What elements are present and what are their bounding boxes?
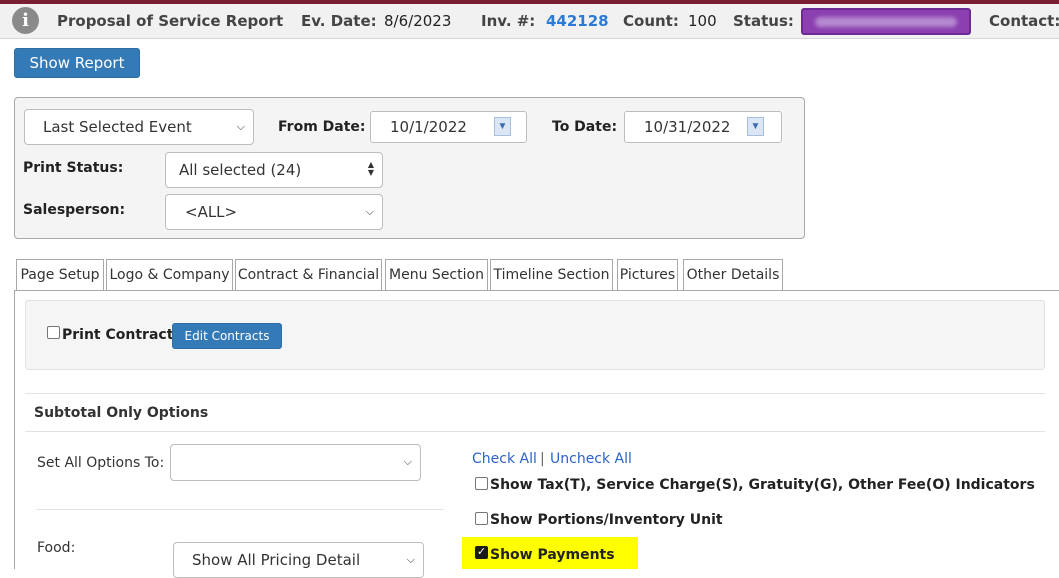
print-status-select[interactable]: All selected (24) ▲ ▼ [165,152,383,188]
ev-date-label: Ev. Date: [301,12,377,30]
report-header: i Proposal of Service Report Ev. Date: 8… [0,4,1059,39]
event-select-value: Last Selected Event [43,118,192,136]
contact-label: Contact: [989,12,1059,30]
print-contract-checkbox[interactable] [47,326,60,339]
from-date-value: 10/1/2022 [390,118,467,136]
chevron-down-icon: ⌵ [403,455,412,468]
food-select[interactable]: Show All Pricing Detail ⌵ [173,542,424,578]
calendar-dropdown-icon[interactable]: ▼ [747,117,764,136]
check-all-link[interactable]: Check All [472,451,537,467]
status-badge[interactable] [801,8,971,35]
tab-pictures[interactable]: Pictures [617,259,678,290]
show-report-button[interactable]: Show Report [14,48,140,78]
show-tax-label: Show Tax(T), Service Charge(S), Gratuity… [490,477,1035,493]
ev-date-value: 8/6/2023 [384,12,452,30]
up-down-icon: ▲ ▼ [367,160,374,177]
tab-other-details[interactable]: Other Details [683,259,783,290]
chevron-down-icon: ⌵ [236,120,245,133]
salesperson-select[interactable]: <ALL> ⌵ [165,194,383,230]
inv-number-link[interactable]: 442128 [546,12,609,30]
salesperson-value: <ALL> [185,203,238,221]
link-separator: | [540,451,545,467]
food-select-value: Show All Pricing Detail [192,551,361,569]
inv-label: Inv. #: [481,12,536,30]
salesperson-label: Salesperson: [23,202,126,218]
show-portions-label: Show Portions/Inventory Unit [490,512,723,528]
show-payments-checkbox[interactable]: ✓ [475,546,488,559]
info-icon[interactable]: i [12,7,39,34]
tab-contract-financial[interactable]: Contract & Financial [235,259,382,292]
edit-contracts-button[interactable]: Edit Contracts [172,323,282,349]
event-select[interactable]: Last Selected Event ⌵ [24,109,254,145]
show-tax-checkbox[interactable] [475,477,488,490]
tab-page-setup[interactable]: Page Setup [16,259,104,290]
tab-logo-company[interactable]: Logo & Company [106,259,233,290]
set-all-label: Set All Options To: [37,455,165,471]
print-status-label: Print Status: [23,160,124,176]
divider [36,509,444,510]
print-contract-label: Print Contract [62,327,174,343]
count-value: 100 [688,12,717,30]
count-label: Count: [623,12,679,30]
set-all-select[interactable]: ⌵ [170,444,421,481]
to-date-value: 10/31/2022 [644,118,731,136]
uncheck-all-link[interactable]: Uncheck All [550,451,632,467]
show-payments-label: Show Payments [490,547,615,563]
tab-menu-section[interactable]: Menu Section [385,259,488,290]
subtotal-options-title: Subtotal Only Options [34,405,209,421]
chevron-down-icon: ⌵ [365,205,374,218]
tab-timeline-section[interactable]: Timeline Section [490,259,613,290]
food-label: Food: [37,540,76,556]
divider [25,393,1045,394]
report-title: Proposal of Service Report [57,12,284,30]
divider [25,431,1045,432]
to-date-label: To Date: [552,119,618,135]
show-portions-checkbox[interactable] [475,512,488,525]
chevron-down-icon: ⌵ [406,553,415,566]
status-label: Status: [733,12,794,30]
print-status-value: All selected (24) [179,161,302,179]
from-date-label: From Date: [278,119,366,135]
calendar-dropdown-icon[interactable]: ▼ [494,117,511,136]
